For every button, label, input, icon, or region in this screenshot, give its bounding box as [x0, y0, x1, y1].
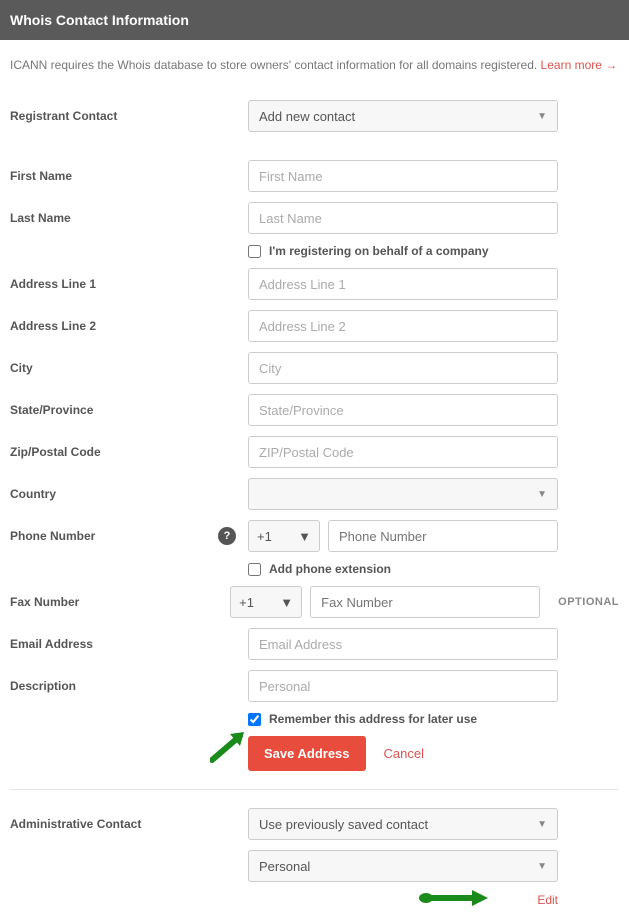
chevron-down-icon: ▼: [537, 489, 547, 500]
contact-select-value: Add new contact: [259, 109, 355, 124]
chevron-down-icon: ▼: [298, 529, 311, 544]
row-country: Country ▼: [10, 478, 619, 510]
row-zip: Zip/Postal Code: [10, 436, 619, 468]
email-input[interactable]: [248, 628, 558, 660]
remember-checkbox-row: Remember this address for later use: [248, 712, 619, 726]
row-description: Description: [10, 670, 619, 702]
address2-input[interactable]: [248, 310, 558, 342]
registrant-title: Registrant Contact: [10, 109, 248, 123]
country-select[interactable]: ▼: [248, 478, 558, 510]
label-address1: Address Line 1: [10, 277, 248, 291]
chevron-down-icon: ▼: [537, 111, 547, 122]
label-city: City: [10, 361, 248, 375]
admin-saved-select[interactable]: Personal ▼: [248, 850, 558, 882]
help-icon[interactable]: ?: [218, 527, 236, 545]
contact-select[interactable]: Add new contact ▼: [248, 100, 558, 132]
label-phone-text: Phone Number: [10, 529, 95, 543]
learn-more-link[interactable]: Learn more →: [541, 58, 618, 72]
admin-title: Administrative Contact: [10, 817, 248, 831]
remember-checkbox-label: Remember this address for later use: [269, 712, 477, 726]
label-address2: Address Line 2: [10, 319, 248, 333]
row-address1: Address Line 1: [10, 268, 619, 300]
label-email: Email Address: [10, 637, 248, 651]
content-area: ICANN requires the Whois database to sto…: [0, 40, 629, 917]
annotation-arrow-icon: [210, 730, 250, 764]
phone-code-select[interactable]: +1 ▼: [248, 520, 320, 552]
label-last-name: Last Name: [10, 211, 248, 225]
button-row: Save Address Cancel: [248, 736, 619, 771]
phone-input[interactable]: [328, 520, 558, 552]
row-email: Email Address: [10, 628, 619, 660]
row-last-name: Last Name: [10, 202, 619, 234]
label-description: Description: [10, 679, 248, 693]
save-button[interactable]: Save Address: [248, 736, 366, 771]
cancel-link[interactable]: Cancel: [384, 746, 424, 761]
label-first-name: First Name: [10, 169, 248, 183]
label-country: Country: [10, 487, 248, 501]
edit-link[interactable]: Edit: [537, 893, 558, 907]
state-input[interactable]: [248, 394, 558, 426]
fax-input[interactable]: [310, 586, 540, 618]
extension-checkbox[interactable]: [248, 563, 261, 576]
row-fax: Fax Number +1 ▼ OPTIONAL: [10, 586, 619, 618]
fax-code-value: +1: [239, 595, 254, 610]
section-divider: [10, 789, 619, 790]
row-state: State/Province: [10, 394, 619, 426]
admin-contact-select[interactable]: Use previously saved contact ▼: [248, 808, 558, 840]
label-state: State/Province: [10, 403, 248, 417]
row-phone: Phone Number ? +1 ▼: [10, 520, 619, 552]
admin-saved-row: Personal ▼: [10, 850, 619, 882]
description-input[interactable]: [248, 670, 558, 702]
row-city: City: [10, 352, 619, 384]
chevron-down-icon: ▼: [280, 595, 293, 610]
admin-title-row: Administrative Contact Use previously sa…: [10, 808, 619, 840]
city-input[interactable]: [248, 352, 558, 384]
fax-code-select[interactable]: +1 ▼: [230, 586, 302, 618]
annotation-arrow-icon: [418, 890, 488, 906]
intro-body: ICANN requires the Whois database to sto…: [10, 58, 537, 72]
edit-row: Edit: [248, 892, 558, 907]
intro-text: ICANN requires the Whois database to sto…: [10, 58, 619, 72]
remember-checkbox[interactable]: [248, 713, 261, 726]
registrant-title-row: Registrant Contact Add new contact ▼: [10, 100, 619, 132]
label-fax: Fax Number: [10, 595, 230, 609]
admin-contact-value: Use previously saved contact: [259, 817, 428, 832]
label-phone: Phone Number ?: [10, 527, 248, 545]
page-title: Whois Contact Information: [10, 12, 619, 28]
extension-checkbox-label: Add phone extension: [269, 562, 391, 576]
zip-input[interactable]: [248, 436, 558, 468]
company-checkbox-row: I'm registering on behalf of a company: [248, 244, 619, 258]
address1-input[interactable]: [248, 268, 558, 300]
chevron-down-icon: ▼: [537, 861, 547, 872]
phone-code-value: +1: [257, 529, 272, 544]
first-name-input[interactable]: [248, 160, 558, 192]
company-checkbox-label: I'm registering on behalf of a company: [269, 244, 489, 258]
optional-tag: OPTIONAL: [558, 596, 619, 608]
admin-saved-value: Personal: [259, 859, 310, 874]
chevron-down-icon: ▼: [537, 819, 547, 830]
company-checkbox[interactable]: [248, 245, 261, 258]
last-name-input[interactable]: [248, 202, 558, 234]
extension-checkbox-row: Add phone extension: [248, 562, 619, 576]
label-zip: Zip/Postal Code: [10, 445, 248, 459]
row-first-name: First Name: [10, 160, 619, 192]
row-address2: Address Line 2: [10, 310, 619, 342]
page-header: Whois Contact Information: [0, 0, 629, 40]
